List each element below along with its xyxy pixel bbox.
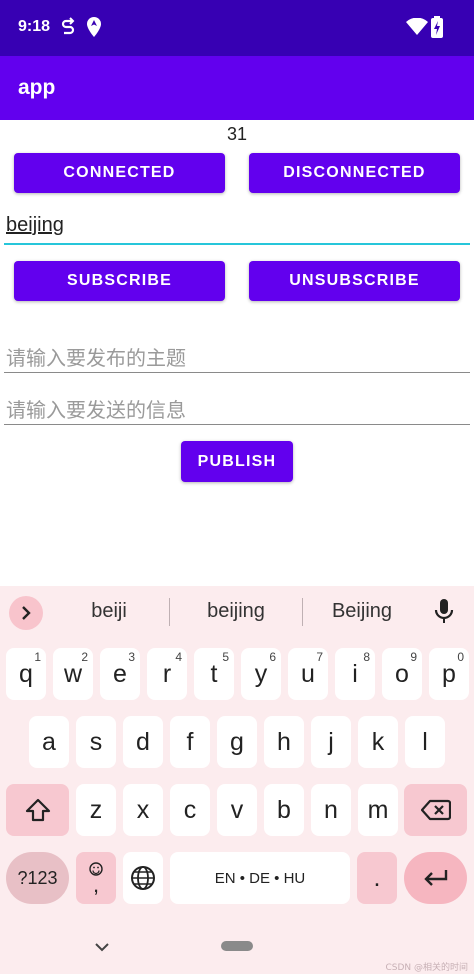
- key-label: o: [395, 659, 409, 688]
- publish-topic-placeholder: 请输入要发布的主题: [6, 348, 186, 370]
- key-j[interactable]: j: [311, 716, 351, 768]
- soft-keyboard: beiji beijing Beijing q1w2e3r4t5y6u7i8o9…: [0, 586, 474, 974]
- key-h[interactable]: h: [264, 716, 304, 768]
- wifi-icon: [406, 17, 428, 40]
- subscribe-topic-input[interactable]: beijing: [4, 214, 470, 245]
- message-placeholder: 请输入要发送的信息: [6, 400, 186, 422]
- app-bar: app: [0, 56, 474, 120]
- key-hint: 1: [34, 650, 41, 664]
- shift-icon: [25, 798, 50, 822]
- unsubscribe-button[interactable]: UNSUBSCRIBE: [249, 261, 460, 301]
- key-o[interactable]: o9: [382, 648, 422, 700]
- status-time: 9:18: [18, 18, 51, 35]
- key-hint: 2: [81, 650, 88, 664]
- comma-label: ,: [92, 872, 100, 897]
- key-hint: 0: [457, 650, 464, 664]
- key-u[interactable]: u7: [288, 648, 328, 700]
- status-bar: 9:18: [0, 0, 474, 56]
- hide-keyboard-chevron-icon[interactable]: [94, 938, 110, 957]
- key-hint: 9: [410, 650, 417, 664]
- input-underline: [4, 424, 470, 425]
- key-b[interactable]: b: [264, 784, 304, 836]
- disconnected-button[interactable]: DISCONNECTED: [249, 153, 460, 193]
- publish-topic-input[interactable]: 请输入要发布的主题: [4, 342, 470, 373]
- microphone-icon[interactable]: [434, 598, 454, 628]
- language-key[interactable]: [123, 852, 163, 904]
- backspace-icon: [420, 799, 451, 821]
- key-a[interactable]: a: [29, 716, 69, 768]
- enter-icon: [423, 870, 447, 886]
- chevron-right-icon: [22, 606, 31, 620]
- key-p[interactable]: p0: [429, 648, 469, 700]
- suggestion-bar: beiji beijing Beijing: [0, 586, 474, 638]
- key-hint: 8: [363, 650, 370, 664]
- key-r[interactable]: r4: [147, 648, 187, 700]
- sync-icon: [58, 16, 78, 42]
- key-i[interactable]: i8: [335, 648, 375, 700]
- key-label: q: [19, 659, 33, 688]
- key-label: u: [301, 659, 315, 688]
- key-s[interactable]: s: [76, 716, 116, 768]
- connected-button[interactable]: CONNECTED: [14, 153, 225, 193]
- app-screen: 9:18 app 31 CONNECTED DISCONNECTED beiji…: [0, 0, 474, 974]
- key-t[interactable]: t5: [194, 648, 234, 700]
- key-label: r: [162, 659, 172, 688]
- input-underline: [4, 243, 470, 245]
- key-l[interactable]: l: [405, 716, 445, 768]
- publish-button[interactable]: PUBLISH: [181, 441, 293, 482]
- space-key[interactable]: EN • DE • HU: [170, 852, 350, 904]
- subscribe-button[interactable]: SUBSCRIBE: [14, 261, 225, 301]
- key-n[interactable]: n: [311, 784, 351, 836]
- key-z[interactable]: z: [76, 784, 116, 836]
- period-key[interactable]: .: [357, 852, 397, 904]
- key-y[interactable]: y6: [241, 648, 281, 700]
- expand-toolbar-button[interactable]: [9, 596, 43, 630]
- symbols-key[interactable]: ?123: [6, 852, 69, 904]
- enter-key[interactable]: [404, 852, 467, 904]
- counter-text: 31: [226, 124, 248, 144]
- key-q[interactable]: q1: [6, 648, 46, 700]
- key-label: w: [63, 659, 83, 688]
- suggestion-2[interactable]: beijing: [181, 600, 291, 623]
- suggestion-1[interactable]: beiji: [60, 600, 158, 623]
- input-underline: [4, 372, 470, 373]
- location-icon: [84, 16, 104, 42]
- battery-charging-icon: [431, 16, 443, 42]
- emoji-comma-key[interactable]: ,: [76, 852, 116, 904]
- suggestion-divider: [169, 598, 170, 626]
- key-hint: 4: [175, 650, 182, 664]
- key-label: y: [254, 659, 268, 688]
- key-c[interactable]: c: [170, 784, 210, 836]
- key-x[interactable]: x: [123, 784, 163, 836]
- key-hint: 6: [269, 650, 276, 664]
- key-hint: 3: [128, 650, 135, 664]
- key-hint: 7: [316, 650, 323, 664]
- app-title: app: [18, 76, 56, 99]
- key-f[interactable]: f: [170, 716, 210, 768]
- key-label: i: [352, 659, 358, 688]
- backspace-key[interactable]: [404, 784, 467, 836]
- key-label: e: [113, 659, 127, 688]
- message-input[interactable]: 请输入要发送的信息: [4, 394, 470, 425]
- home-gesture-pill[interactable]: [221, 941, 253, 951]
- globe-icon: [131, 866, 155, 890]
- key-m[interactable]: m: [358, 784, 398, 836]
- key-hint: 5: [222, 650, 229, 664]
- key-w[interactable]: w2: [53, 648, 93, 700]
- key-g[interactable]: g: [217, 716, 257, 768]
- key-label: t: [210, 659, 218, 688]
- shift-key[interactable]: [6, 784, 69, 836]
- key-label: p: [442, 659, 456, 688]
- key-d[interactable]: d: [123, 716, 163, 768]
- key-e[interactable]: e3: [100, 648, 140, 700]
- suggestion-3[interactable]: Beijing: [314, 600, 410, 623]
- subscribe-topic-value: beijing: [6, 214, 64, 236]
- key-v[interactable]: v: [217, 784, 257, 836]
- suggestion-divider: [302, 598, 303, 626]
- key-k[interactable]: k: [358, 716, 398, 768]
- watermark: CSDN @相关的时间: [385, 963, 468, 973]
